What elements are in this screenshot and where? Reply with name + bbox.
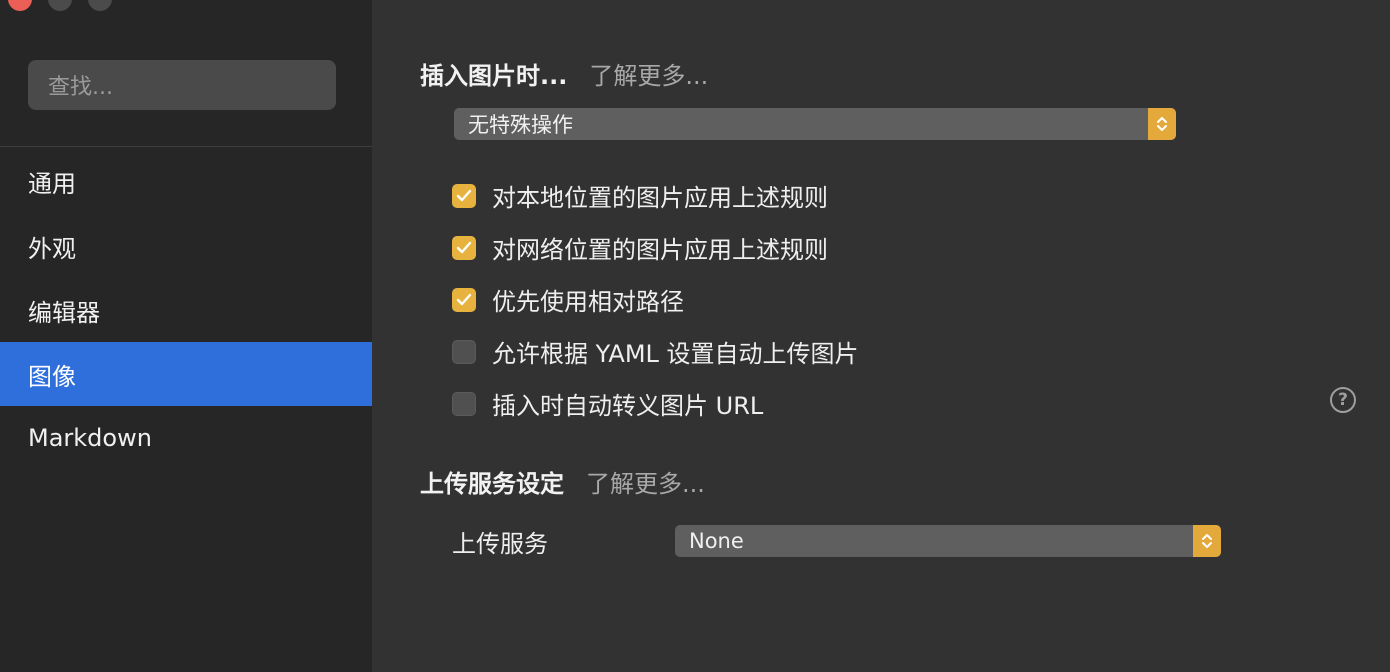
checkbox-checked[interactable] [452, 235, 476, 260]
upload-learn-more-link[interactable]: 了解更多... [586, 464, 705, 499]
option-label: 优先使用相对路径 [492, 288, 684, 316]
sidebar-item-editor[interactable]: 编辑器 [0, 278, 372, 342]
upload-service-select[interactable]: None [675, 525, 1221, 557]
checkmark-icon [456, 241, 472, 253]
checkbox-checked[interactable] [452, 287, 476, 312]
upload-section-header: 上传服务设定 了解更多... [420, 464, 705, 499]
help-icon[interactable]: ? [1330, 387, 1356, 413]
sidebar-item-image[interactable]: 图像 [0, 342, 372, 406]
sidebar-nav: 通用 外观 编辑器 图像 Markdown [0, 148, 372, 470]
minimize-window-button[interactable] [48, 0, 72, 11]
insert-image-section-header: 插入图片时... 了解更多... [420, 56, 708, 91]
zoom-window-button[interactable] [88, 0, 112, 11]
option-label: 允许根据 YAML 设置自动上传图片 [492, 340, 859, 368]
sidebar-divider [0, 146, 372, 147]
checkmark-icon [456, 293, 472, 305]
close-window-button[interactable] [8, 0, 32, 11]
sidebar-item-markdown[interactable]: Markdown [0, 406, 372, 470]
sidebar-item-appearance[interactable]: 外观 [0, 214, 372, 278]
sidebar-item-label: 通用 [28, 169, 76, 198]
chevron-up-down-icon [1193, 525, 1221, 557]
sidebar-item-label: 外观 [28, 234, 76, 263]
insert-image-action-value: 无特殊操作 [468, 113, 573, 137]
search-placeholder: 查找... [48, 75, 113, 100]
checkmark-icon [456, 189, 472, 201]
upload-heading: 上传服务设定 [420, 470, 564, 498]
sidebar-item-label: Markdown [28, 424, 152, 452]
option-escape-url[interactable]: 插入时自动转义图片 URL [452, 386, 763, 421]
sidebar: 查找... 通用 外观 编辑器 图像 Markdown [0, 0, 372, 672]
upload-service-value: None [689, 529, 744, 553]
upload-service-label: 上传服务 [452, 530, 548, 558]
insert-image-heading: 插入图片时... [420, 62, 568, 90]
checkbox-unchecked[interactable] [452, 339, 476, 364]
sidebar-item-label: 编辑器 [28, 298, 100, 327]
search-input[interactable]: 查找... [28, 60, 336, 110]
window-controls [8, 0, 112, 11]
insert-image-action-select[interactable]: 无特殊操作 [454, 108, 1176, 140]
insert-image-learn-more-link[interactable]: 了解更多... [589, 56, 708, 91]
option-local-images[interactable]: 对本地位置的图片应用上述规则 [452, 178, 828, 213]
checkbox-unchecked[interactable] [452, 391, 476, 416]
option-yaml-auto-upload[interactable]: 允许根据 YAML 设置自动上传图片 [452, 334, 859, 369]
main-panel: 插入图片时... 了解更多... 无特殊操作 对本地位置的图片应用上述规则 对网… [372, 0, 1390, 672]
chevron-up-down-icon [1148, 108, 1176, 140]
option-relative-path[interactable]: 优先使用相对路径 [452, 282, 684, 317]
option-label: 对网络位置的图片应用上述规则 [492, 236, 828, 264]
sidebar-item-general[interactable]: 通用 [0, 148, 372, 214]
option-label: 插入时自动转义图片 URL [492, 392, 764, 420]
sidebar-item-label: 图像 [28, 362, 76, 391]
checkbox-checked[interactable] [452, 183, 476, 208]
option-label: 对本地位置的图片应用上述规则 [492, 184, 828, 212]
preferences-window: 查找... 通用 外观 编辑器 图像 Markdown 插入图片时... 了解更… [0, 0, 1390, 672]
option-network-images[interactable]: 对网络位置的图片应用上述规则 [452, 230, 828, 265]
